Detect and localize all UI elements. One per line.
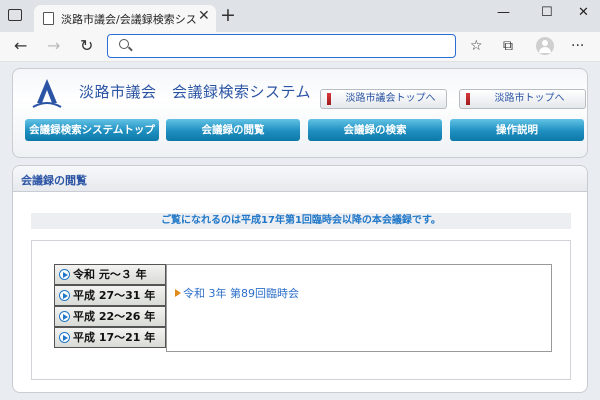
play-circle-icon bbox=[59, 311, 70, 322]
browser-toolbar: ← → ↻ ☆ ⧉ ··· bbox=[0, 32, 600, 62]
play-circle-icon bbox=[59, 290, 70, 301]
arrow-right-icon bbox=[175, 289, 181, 297]
era-list: 令和 元～３ 年 平成 27～31 年 平成 22～26 年 平成 17～21 … bbox=[54, 264, 166, 348]
era-item-heisei-22-26[interactable]: 平成 22～26 年 bbox=[54, 306, 166, 327]
awaji-logo-icon bbox=[32, 79, 62, 108]
menu-search-minutes[interactable]: 会議録の検索 bbox=[308, 119, 442, 141]
back-button[interactable]: ← bbox=[14, 36, 27, 55]
era-label: 令和 元～３ 年 bbox=[73, 268, 147, 281]
menu-browse-minutes[interactable]: 会議録の閲覧 bbox=[166, 119, 300, 141]
more-menu-icon[interactable]: ··· bbox=[571, 38, 584, 54]
session-label: 令和 3年 第89回臨時会 bbox=[183, 287, 299, 300]
page-favicon-icon bbox=[43, 12, 54, 25]
search-icon bbox=[119, 39, 129, 49]
browser-tab[interactable]: 淡路市議会/会議録検索システム ✕ bbox=[34, 5, 216, 32]
section-header: 会議録の閲覧 bbox=[13, 166, 587, 192]
session-list: 令和 3年 第89回臨時会 bbox=[166, 264, 552, 352]
assembly-top-label: 淡路市議会トップへ bbox=[345, 93, 436, 104]
profile-avatar[interactable] bbox=[536, 37, 554, 55]
session-link[interactable]: 令和 3年 第89回臨時会 bbox=[175, 285, 299, 301]
new-tab-button[interactable]: + bbox=[220, 4, 236, 26]
browser-titlebar: 淡路市議会/会議録検索システム ✕ + — ☐ ✕ bbox=[0, 0, 600, 32]
era-label: 平成 27～31 年 bbox=[73, 289, 156, 302]
site-header: 淡路市議会 会議録検索システム 淡路市議会トップへ 淡路市トップへ 会議録検索シ… bbox=[12, 68, 588, 158]
minimize-button[interactable]: — bbox=[497, 5, 510, 20]
forward-button[interactable]: → bbox=[47, 36, 60, 55]
menu-search-system-top[interactable]: 会議録検索システムトップ bbox=[25, 119, 159, 141]
availability-notice: ご覧になれるのは平成17年第1回臨時会以降の本会議録です。 bbox=[31, 213, 571, 229]
link-marker-icon bbox=[466, 93, 470, 105]
city-top-link[interactable]: 淡路市トップへ bbox=[459, 89, 586, 109]
tab-actions-icon[interactable] bbox=[8, 9, 22, 21]
play-circle-icon bbox=[59, 269, 70, 280]
assembly-top-link[interactable]: 淡路市議会トップへ bbox=[320, 89, 447, 109]
favorites-icon[interactable]: ☆ bbox=[470, 38, 483, 54]
menu-help[interactable]: 操作説明 bbox=[450, 119, 584, 141]
era-item-heisei-27-31[interactable]: 平成 27～31 年 bbox=[54, 285, 166, 306]
browse-box: 令和 元～３ 年 平成 27～31 年 平成 22～26 年 平成 17～21 … bbox=[31, 240, 571, 380]
close-window-button[interactable]: ✕ bbox=[578, 5, 589, 20]
section-title: 会議録の閲覧 bbox=[21, 174, 87, 187]
city-top-label: 淡路市トップへ bbox=[494, 93, 565, 104]
era-item-heisei-17-21[interactable]: 平成 17～21 年 bbox=[54, 327, 166, 348]
address-bar[interactable] bbox=[107, 34, 456, 58]
era-label: 平成 17～21 年 bbox=[73, 331, 156, 344]
tab-title: 淡路市議会/会議録検索システム bbox=[61, 13, 196, 26]
page-body: 淡路市議会 会議録検索システム 淡路市議会トップへ 淡路市トップへ 会議録検索シ… bbox=[0, 62, 600, 400]
tab-close-icon[interactable]: ✕ bbox=[198, 8, 210, 24]
browse-panel: 会議録の閲覧 ご覧になれるのは平成17年第1回臨時会以降の本会議録です。 令和 … bbox=[12, 165, 588, 393]
link-marker-icon bbox=[327, 93, 331, 105]
maximize-button[interactable]: ☐ bbox=[541, 5, 553, 20]
site-title: 淡路市議会 会議録検索システム bbox=[79, 83, 312, 101]
reload-button[interactable]: ↻ bbox=[80, 36, 93, 55]
era-item-reiwa[interactable]: 令和 元～３ 年 bbox=[54, 264, 166, 285]
collections-icon[interactable]: ⧉ bbox=[503, 38, 513, 54]
play-circle-icon bbox=[59, 332, 70, 343]
era-label: 平成 22～26 年 bbox=[73, 310, 156, 323]
